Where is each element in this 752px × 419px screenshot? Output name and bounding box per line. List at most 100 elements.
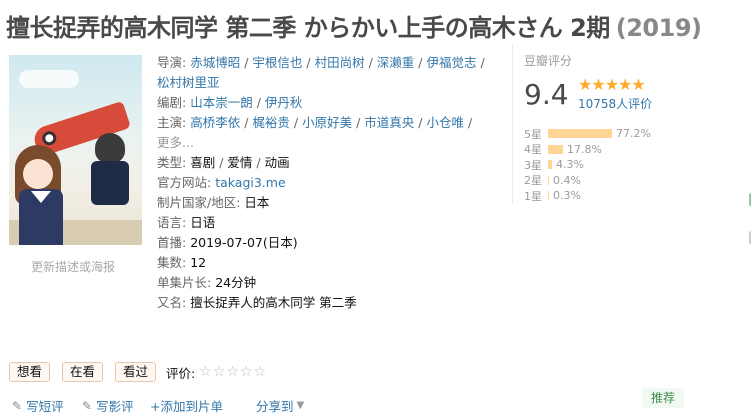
language-value: 日语 (190, 215, 216, 230)
poster-image[interactable] (9, 55, 142, 245)
director-row-2: 松村树里亚 (157, 73, 497, 93)
recommend-button[interactable]: 推荐 (642, 388, 684, 408)
poster-girl-face (23, 159, 53, 189)
rating-bar-star: 4星 (524, 143, 542, 157)
cast-link[interactable]: 高桥李依 (190, 115, 240, 130)
poster-boy-body (91, 161, 129, 205)
rating-bar-row: 5星 77.2% (524, 126, 651, 142)
cast-link[interactable]: 梶裕贵 (252, 115, 290, 130)
title-main: 擅长捉弄的高木同学 第二季 からかい上手の高木さん 2期 (6, 14, 610, 42)
poster-cloud (19, 70, 79, 88)
writer-link[interactable]: 山本崇一朗 (190, 95, 253, 110)
director-link[interactable]: 村田尚树 (315, 55, 365, 70)
director-link[interactable]: 赤城博昭 (190, 55, 240, 70)
episodes-row: 集数: 12 (157, 253, 497, 273)
genre-value: 动画 (264, 155, 290, 170)
official-site-link[interactable]: takagi3.me (215, 175, 285, 190)
rating-bar-row: 2星 0.4% (524, 173, 651, 189)
rating-score: 9.4 (524, 78, 569, 111)
episodes-label: 集数: (157, 255, 187, 270)
language-row: 语言: 日语 (157, 213, 497, 233)
share-label: 分享到 (256, 399, 294, 414)
pencil-icon: ✎ (12, 398, 23, 413)
director-link[interactable]: 深濑重 (377, 55, 415, 70)
share-dropdown[interactable]: 分享到 ▼ (256, 396, 304, 415)
region-value: 日本 (244, 195, 270, 210)
episodes-value: 12 (190, 255, 207, 270)
rating-bar-star: 1星 (524, 189, 542, 203)
watched-button[interactable]: 看过 (115, 362, 157, 382)
site-row: 官方网站: takagi3.me (157, 173, 497, 193)
writer-link[interactable]: 伊丹秋 (265, 95, 303, 110)
pencil-square-icon: ✎ (82, 398, 93, 413)
cast-link[interactable]: 小原好美 (302, 115, 352, 130)
more-row: 更多... (157, 133, 497, 153)
cast-link[interactable]: 市道真央 (364, 115, 414, 130)
update-poster-link[interactable]: 更新描述或海报 (31, 258, 115, 275)
rating-votes-link[interactable]: 10758人评价 (578, 95, 652, 112)
info-panel: 导演: 赤城博昭 / 宇根信也 / 村田尚树 / 深濑重 / 伊福觉志 / 松村… (157, 53, 497, 313)
aka-row: 又名: 擅长捉弄人的高木同学 第二季 (157, 293, 497, 313)
right-edge-clip: | | (748, 192, 752, 262)
add-to-list-link[interactable]: +添加到片单 (150, 396, 223, 415)
genre-value: 爱情 (227, 155, 253, 170)
language-label: 语言: (157, 215, 187, 230)
writer-row: 编剧: 山本崇一朗 / 伊丹秋 (157, 95, 303, 110)
region-label: 制片国家/地区: (157, 195, 241, 210)
rating-bar-pct: 77.2% (616, 127, 651, 141)
genre-value: 喜剧 (190, 155, 216, 170)
rating-bar-row: 1星 0.3% (524, 188, 651, 204)
rate-stars-input[interactable]: ☆☆☆☆☆ (199, 364, 267, 380)
director-label: 导演: (157, 55, 187, 70)
write-review-label: 写影评 (96, 399, 134, 414)
rating-bar (548, 144, 563, 154)
premiere-row: 首播: 2019-07-07(日本) (157, 233, 497, 253)
write-short-review-label: 写短评 (26, 399, 64, 414)
bottom-bar: ✎ 写短评 ✎ 写影评 +添加到片单 分享到 ▼ (0, 396, 752, 415)
poster-boy-head (95, 133, 125, 163)
rating-bar-row: 3星 4.3% (524, 157, 651, 173)
add-to-list-label: +添加到片单 (150, 399, 223, 414)
runtime-value: 24分钟 (215, 275, 257, 290)
genre-row: 类型: 喜剧 / 爱情 / 动画 (157, 155, 290, 170)
aka-label: 又名: (157, 295, 187, 310)
cast-link[interactable]: 小仓唯 (426, 115, 464, 130)
page-title: 擅长捉弄的高木同学 第二季 からかい上手の高木さん 2期 (2019) (6, 8, 702, 43)
rating-bar (548, 160, 552, 170)
director-row: 导演: 赤城博昭 / 宇根信也 / 村田尚树 / 深濑重 / 伊福觉志 / (157, 55, 485, 70)
title-year: (2019) (615, 14, 702, 42)
site-label: 官方网站: (157, 175, 212, 190)
action-bar: 想看 在看 看过 评价: ☆☆☆☆☆ (9, 362, 267, 382)
premiere-value: 2019-07-07(日本) (190, 235, 298, 250)
writer-label: 编剧: (157, 95, 187, 110)
rating-bar-row: 4星 17.8% (524, 142, 651, 158)
rating-distribution: 5星 77.2% 4星 17.8% 3星 4.3% 2星 0.4% 1星 0.3… (524, 126, 651, 204)
write-short-review-link[interactable]: ✎ 写短评 (12, 396, 64, 415)
rating-bar (548, 129, 612, 139)
region-row: 制片国家/地区: 日本 (157, 193, 497, 213)
write-review-link[interactable]: ✎ 写影评 (82, 396, 134, 415)
director-link[interactable]: 宇根信也 (252, 55, 302, 70)
aka-value: 擅长捉弄人的高木同学 第二季 (190, 295, 357, 310)
chevron-down-icon: ▼ (296, 400, 305, 411)
rating-panel: 豆瓣评分 9.4 ★★★★★ 10758人评价 5星 77.2% 4星 17.8… (512, 44, 662, 204)
rating-bar-pct: 4.3% (556, 158, 584, 172)
cast-label: 主演: (157, 115, 187, 130)
rating-bar-pct: 0.4% (553, 173, 581, 187)
genre-label: 类型: (157, 155, 187, 170)
rating-bar (548, 175, 549, 185)
cast-row: 主演: 高桥李依 / 梶裕贵 / 小原好美 / 市道真央 / 小仓唯 / (157, 115, 473, 130)
cast-more-link[interactable]: 更多... (157, 135, 194, 150)
director-link[interactable]: 松村树里亚 (157, 75, 220, 90)
rating-stars-icon: ★★★★★ (578, 75, 646, 94)
rating-bar (548, 191, 549, 201)
rating-bar-star: 5星 (524, 127, 542, 141)
runtime-label: 单集片长: (157, 275, 212, 290)
want-button[interactable]: 想看 (9, 362, 51, 382)
rating-label: 豆瓣评分 (524, 54, 573, 68)
rating-bar-star: 3星 (524, 158, 542, 172)
watching-button[interactable]: 在看 (62, 362, 104, 382)
director-link[interactable]: 伊福觉志 (426, 55, 476, 70)
rating-bar-star: 2星 (524, 174, 542, 188)
rating-bar-pct: 0.3% (553, 189, 581, 203)
